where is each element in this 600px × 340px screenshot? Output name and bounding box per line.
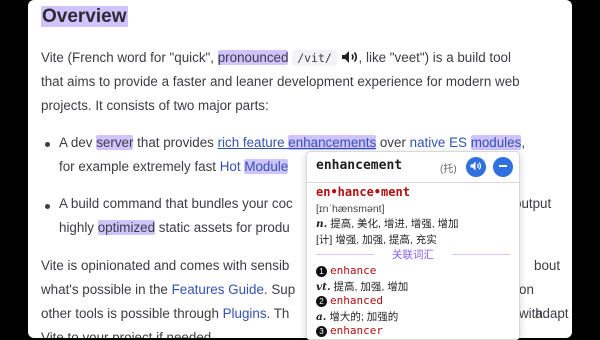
- collapse-icon[interactable]: [493, 157, 513, 177]
- popup-word: enhancement: [316, 158, 403, 173]
- related-word[interactable]: 2 enhanced: [316, 294, 383, 307]
- bullet-dot: [45, 142, 50, 147]
- link-rich-feature[interactable]: rich feature: [218, 135, 289, 150]
- related-word[interactable]: 3 enhancer: [316, 324, 383, 337]
- bullet-dot: [45, 204, 50, 209]
- link-hot[interactable]: Hot: [220, 159, 245, 174]
- link-plugins[interactable]: Plugins: [223, 306, 267, 321]
- link-module[interactable]: Module: [244, 159, 289, 174]
- link-native-es[interactable]: native ES: [410, 135, 471, 150]
- popup-tag: (托): [440, 164, 457, 175]
- definition-row: n. 提高, 美化, 增进, 增强, 增加: [316, 218, 459, 230]
- intro-paragraph: Vite (French word for "quick", pronounce…: [41, 50, 520, 113]
- highlighted-word[interactable]: pronounced: [217, 50, 289, 65]
- link-modules[interactable]: modules: [470, 135, 522, 150]
- popup-header: enhancement (托): [307, 152, 519, 182]
- link-features-guide[interactable]: Features Guide: [172, 282, 264, 297]
- pronunciation-code: /vit/: [292, 50, 337, 66]
- phonetic: [ɪnˈhænsmənt]: [316, 203, 385, 215]
- highlighted-word[interactable]: server: [96, 135, 134, 150]
- divider: [307, 182, 519, 183]
- definition-row: [计] 增强, 加强, 提高, 充实: [316, 234, 437, 246]
- speaker-icon[interactable]: [341, 50, 359, 64]
- page-title: Overview: [41, 6, 128, 27]
- link-enhancements[interactable]: enhancements: [288, 135, 377, 150]
- related-definition: vt. 提高, 加强, 增加: [316, 281, 409, 293]
- related-words-title: 关联词汇: [316, 247, 510, 261]
- highlighted-word[interactable]: optimized: [97, 220, 156, 235]
- related-word[interactable]: 1 enhance: [316, 264, 376, 277]
- syllable-breakdown: en•hance•ment: [316, 185, 410, 199]
- speaker-icon[interactable]: [466, 157, 486, 177]
- related-definition: a. 增大的; 加强的: [316, 311, 399, 323]
- dictionary-popup: enhancement (托) en•hance•ment [ɪnˈhænsmə…: [306, 151, 520, 340]
